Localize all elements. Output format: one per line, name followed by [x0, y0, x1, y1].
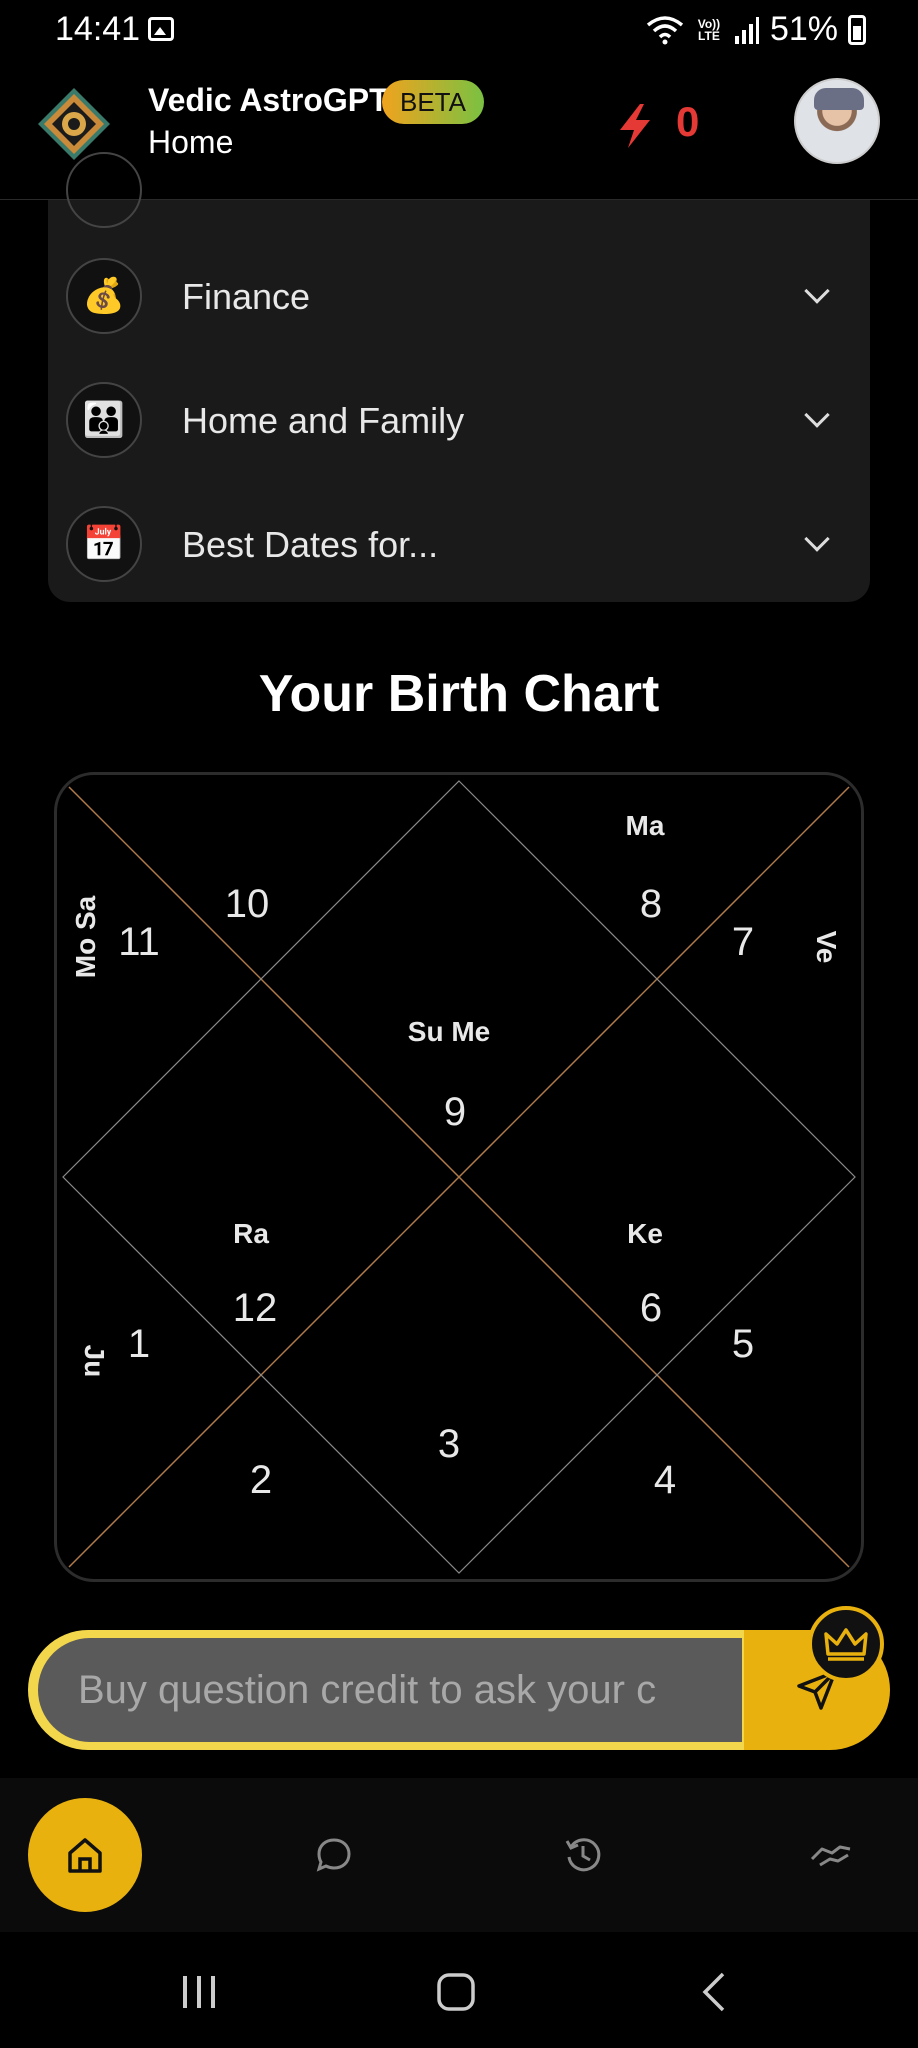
chevron-down-icon[interactable]: [804, 278, 830, 304]
home-icon: [68, 1838, 102, 1873]
page-subtitle: Home: [148, 124, 234, 160]
signal-icon: [734, 16, 759, 44]
house-number-2: 2: [250, 1458, 272, 1502]
planet-label-house-8: Ma: [626, 810, 665, 841]
birth-chart: 1 2 3 4 5 6 7 8 9 10 11 12 Ma Su Me Ra K…: [54, 772, 864, 1582]
handshake-icon: [810, 1845, 851, 1867]
category-label: Finance: [182, 276, 311, 317]
partial-category-icon: [66, 152, 142, 228]
house-number-12: 12: [233, 1286, 278, 1330]
chevron-down-icon[interactable]: [804, 402, 830, 428]
recent-apps-button[interactable]: [169, 1962, 229, 2022]
lightning-icon[interactable]: [618, 104, 652, 148]
planet-label-house-7: Ve: [811, 931, 842, 964]
battery-percent: 51%: [769, 10, 838, 48]
category-item-best-dates[interactable]: 📅 Best Dates for...: [48, 494, 870, 594]
home-square-icon: [437, 1973, 475, 2011]
chat-icon: [316, 1838, 351, 1872]
avatar[interactable]: [794, 78, 880, 164]
back-chevron-icon: [702, 1972, 725, 2012]
category-panel: 💰 Finance 👪 Home and Family 📅 Best Dates…: [48, 152, 870, 602]
app-title: Vedic AstroGPT: [148, 82, 389, 118]
nav-handshake-button[interactable]: [796, 1820, 866, 1890]
nav-history-button[interactable]: [548, 1820, 618, 1890]
history-icon: [565, 1838, 601, 1872]
credit-count[interactable]: 0: [676, 98, 699, 146]
status-indicators: Vo)) LTE 51%: [646, 10, 866, 49]
premium-crown-button[interactable]: [808, 1606, 884, 1682]
house-number-5: 5: [732, 1322, 754, 1366]
category-item-finance[interactable]: 💰 Finance: [48, 246, 870, 346]
birth-chart-title: Your Birth Chart: [258, 665, 660, 723]
category-label: Home and Family: [182, 400, 465, 441]
back-button[interactable]: [684, 1962, 744, 2022]
planet-label-house-11: Mo Sa: [70, 895, 101, 978]
home-system-button[interactable]: [426, 1962, 486, 2022]
system-nav-bar: [0, 1932, 918, 2048]
calendar-icon: 📅: [66, 506, 142, 582]
category-label: Best Dates for...: [182, 524, 439, 565]
gallery-notification-icon: [148, 17, 174, 41]
network-type-label: Vo)) LTE: [697, 16, 721, 43]
house-number-9: 9: [444, 1090, 466, 1134]
birth-chart-diagram: 1 2 3 4 5 6 7 8 9 10 11 12 Ma Su Me Ra K…: [62, 780, 856, 1574]
status-time: 14:41: [55, 10, 141, 48]
house-number-8: 8: [640, 882, 662, 926]
chevron-down-icon[interactable]: [804, 526, 830, 552]
category-item-home-family[interactable]: 👪 Home and Family: [48, 370, 870, 470]
ask-input-frame: [28, 1630, 750, 1750]
house-number-6: 6: [640, 1286, 662, 1330]
bottom-nav: [0, 1778, 918, 1932]
beta-badge: BETA: [382, 80, 484, 124]
house-number-11: 11: [118, 920, 160, 964]
house-number-3: 3: [438, 1422, 460, 1466]
status-bar: 14:41 Vo)) LTE 51%: [0, 0, 918, 62]
planet-label-house-1: Ju: [79, 1345, 110, 1378]
battery-icon: [848, 14, 866, 45]
nav-home-button[interactable]: [28, 1798, 142, 1912]
house-number-1: 1: [128, 1322, 150, 1366]
house-number-10: 10: [225, 882, 270, 926]
planet-label-house-9: Su Me: [408, 1016, 490, 1047]
crown-icon: [824, 1628, 868, 1661]
planet-label-house-6: Ke: [627, 1218, 663, 1249]
recent-apps-icon: [183, 1976, 215, 2008]
wifi-icon: [646, 15, 684, 44]
question-input[interactable]: [38, 1638, 742, 1742]
planet-label-house-12: Ra: [233, 1218, 269, 1249]
house-number-4: 4: [654, 1458, 676, 1502]
money-bag-icon: 💰: [66, 258, 142, 334]
family-icon: 👪: [66, 382, 142, 458]
ask-bar: [28, 1630, 890, 1750]
app-logo-icon: [38, 88, 110, 160]
nav-chat-button[interactable]: [299, 1820, 369, 1890]
house-number-7: 7: [732, 920, 754, 964]
